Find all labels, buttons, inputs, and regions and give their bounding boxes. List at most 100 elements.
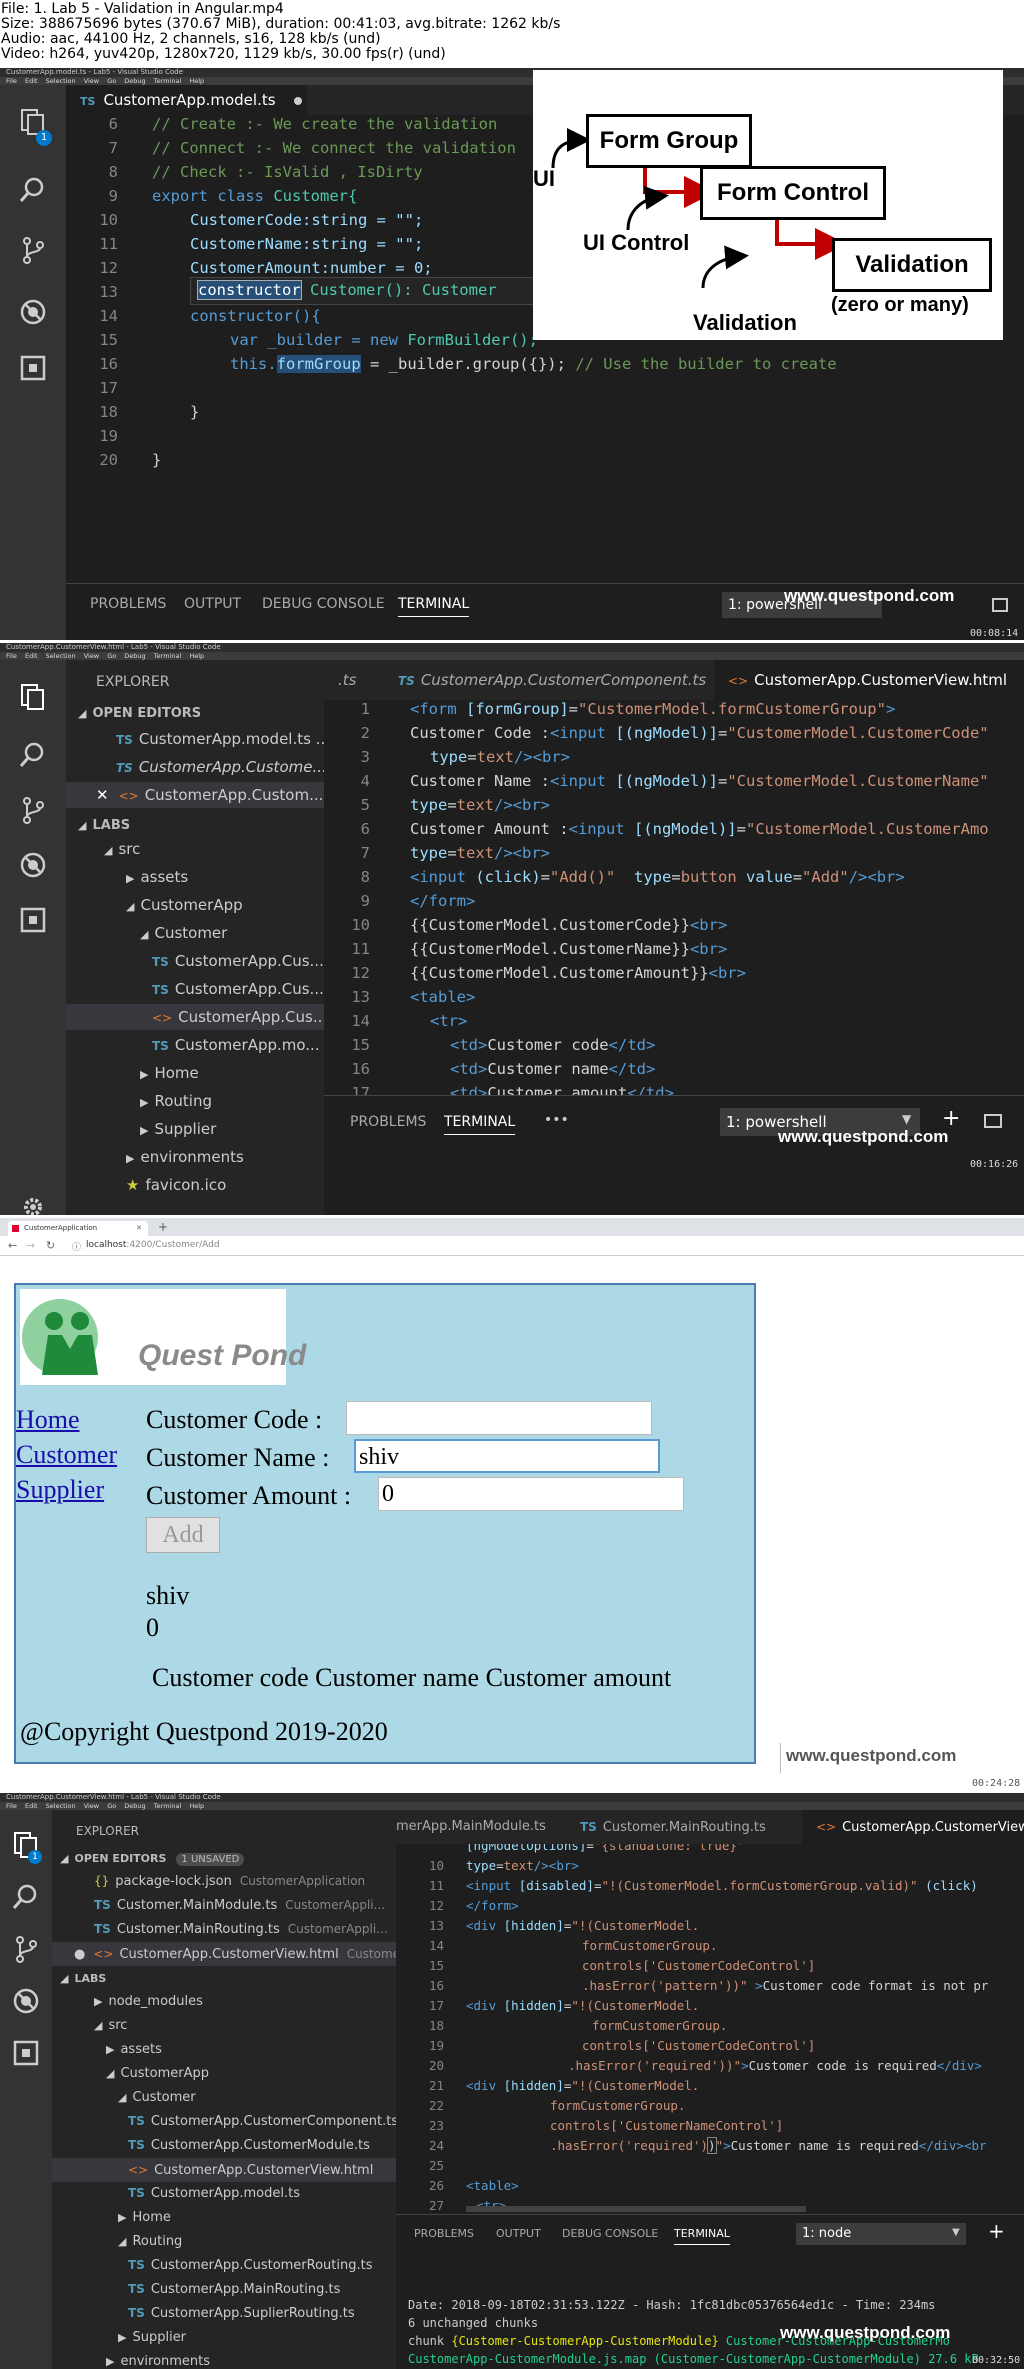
tab-mainmodule[interactable]: merApp.MainModule.ts (396, 1810, 566, 1844)
tree-file-1[interactable]: TS CustomerApp.Cus... (152, 952, 324, 970)
search-icon[interactable] (18, 740, 48, 770)
tab-debug-console[interactable]: DEBUG CONSOLE (562, 2227, 658, 2240)
new-tab-icon[interactable]: + (158, 1220, 168, 1234)
tab-problems[interactable]: PROBLEMS (414, 2227, 474, 2240)
labs-header[interactable]: ◢ LABS (60, 1972, 106, 1985)
tree-file-component[interactable]: TS CustomerApp.CustomerComponent.ts (128, 2114, 398, 2129)
more-icon[interactable]: ••• (544, 1112, 569, 1128)
menu-file[interactable]: File (6, 1802, 17, 1810)
menu-debug[interactable]: Debug (124, 652, 145, 660)
tree-src[interactable]: ◢ src (104, 840, 140, 858)
source-control-icon[interactable] (11, 1934, 41, 1964)
tab-mainrouting[interactable]: TS Customer.MainRouting.ts (566, 1810, 802, 1844)
tree-file-4[interactable]: TS CustomerApp.mo... (152, 1036, 320, 1054)
tree-customer[interactable]: ◢ Customer (140, 924, 227, 942)
menu-selection[interactable]: Selection (46, 1802, 76, 1810)
tree-file-customerrouting[interactable]: TS CustomerApp.CustomerRouting.ts (128, 2258, 373, 2273)
open-file-customerview[interactable]: ● <> CustomerApp.CustomerView.html Customer… (52, 1942, 415, 1966)
tab-terminal[interactable]: TERMINAL (444, 1114, 516, 1135)
tab-problems[interactable]: PROBLEMS (350, 1114, 426, 1130)
tab-problems[interactable]: PROBLEMS (90, 596, 166, 612)
menu-edit[interactable]: Edit (25, 77, 38, 85)
split-terminal-icon[interactable] (984, 1114, 1002, 1128)
menu-view[interactable]: View (84, 652, 99, 660)
tree-node-modules[interactable]: ▶ node_modules (94, 1994, 203, 2009)
tree-file-module[interactable]: TS CustomerApp.CustomerModule.ts (128, 2138, 370, 2153)
open-file-mainrouting[interactable]: TS Customer.MainRouting.ts CustomerAppli..… (94, 1922, 388, 1937)
code-editor[interactable]: 10 11 12 13 14 15 16 17 18 19 20 21 22 23 24 25 26 27 [ng… (396, 1844, 1024, 2214)
extensions-icon[interactable] (11, 2038, 41, 2068)
tree-file-model[interactable]: TS CustomerApp.model.ts (128, 2186, 300, 2201)
menu-debug[interactable]: Debug (124, 1802, 145, 1810)
tab-model-ts[interactable]: TS CustomerApp.model.ts (66, 85, 306, 115)
tab-output[interactable]: OUTPUT (496, 2227, 541, 2240)
tab-ts[interactable]: .ts (324, 660, 384, 700)
tree-supplier[interactable]: ▶ Supplier (140, 1120, 216, 1138)
menu-selection[interactable]: Selection (46, 652, 76, 660)
menu-file[interactable]: File (6, 77, 17, 85)
menu-help[interactable]: Help (189, 77, 204, 85)
tab-output[interactable]: OUTPUT (184, 596, 241, 612)
search-icon[interactable] (11, 1882, 41, 1912)
tree-environments[interactable]: ▶ environments (106, 2354, 210, 2369)
open-file-view[interactable]: ✕ <> CustomerApp.Custom... (66, 782, 324, 808)
tree-assets[interactable]: ▶ assets (126, 868, 188, 886)
tab-terminal[interactable]: TERMINAL (398, 596, 470, 617)
tree-routing[interactable]: ▶ Routing (140, 1092, 212, 1110)
add-button[interactable]: Add (146, 1517, 220, 1553)
tree-routing[interactable]: ◢ Routing (118, 2234, 182, 2249)
search-icon[interactable] (18, 175, 48, 205)
back-icon[interactable]: ← (8, 1239, 17, 1252)
open-file-package-lock[interactable]: {} package-lock.json CustomerApplication (94, 1874, 365, 1889)
open-editors-header[interactable]: ◢ OPEN EDITORS 1 UNSAVED (60, 1852, 245, 1866)
reload-icon[interactable]: ↻ (46, 1239, 55, 1252)
forward-icon[interactable]: → (26, 1239, 35, 1252)
open-file-component[interactable]: TS CustomerApp.Custome... (116, 758, 327, 776)
menu-terminal[interactable]: Terminal (154, 77, 181, 85)
menu-go[interactable]: Go (107, 652, 116, 660)
code-editor[interactable]: 1 2 3 4 5 6 7 8 9 10 11 12 13 14 15 16 17 <form [formGro… (324, 700, 1024, 1095)
debug-icon[interactable] (18, 850, 48, 880)
tree-customer[interactable]: ◢ Customer (118, 2090, 196, 2105)
open-file-model[interactable]: TS CustomerApp.model.ts ... (116, 730, 330, 748)
menu-go[interactable]: Go (107, 77, 116, 85)
debug-icon[interactable] (11, 1986, 41, 2016)
nav-customer-link[interactable]: Customer (16, 1440, 117, 1470)
tab-terminal[interactable]: TERMINAL (674, 2227, 730, 2245)
tree-file-mainrouting[interactable]: TS CustomerApp.MainRouting.ts (128, 2282, 340, 2297)
tree-assets[interactable]: ▶ assets (106, 2042, 162, 2057)
horizontal-scrollbar[interactable] (466, 2206, 806, 2212)
nav-supplier-link[interactable]: Supplier (16, 1475, 104, 1505)
tree-home[interactable]: ▶ Home (118, 2210, 171, 2225)
terminal-select[interactable]: 1: node (796, 2223, 966, 2245)
nav-home-link[interactable]: Home (16, 1405, 80, 1435)
labs-header[interactable]: ◢ LABS (78, 818, 130, 833)
tab-view-html[interactable]: <> CustomerApp.CustomerView.html (714, 660, 1024, 700)
source-control-icon[interactable] (18, 795, 48, 825)
tree-customerapp[interactable]: ◢ CustomerApp (126, 896, 243, 914)
extensions-icon[interactable] (18, 905, 48, 935)
settings-gear-icon[interactable] (18, 1195, 48, 1215)
tree-file-suplierrouting[interactable]: TS CustomerApp.SuplierRouting.ts (128, 2306, 355, 2321)
tab-component[interactable]: TS CustomerApp.CustomerComponent.ts (384, 660, 714, 700)
menu-go[interactable]: Go (107, 1802, 116, 1810)
tree-environments[interactable]: ▶ environments (126, 1148, 244, 1166)
tab-customerview[interactable]: <> CustomerApp.CustomerView. (802, 1810, 1024, 1844)
split-terminal-icon[interactable] (992, 598, 1008, 612)
tree-src[interactable]: ◢ src (94, 2018, 127, 2033)
menu-terminal[interactable]: Terminal (154, 652, 181, 660)
menu-edit[interactable]: Edit (25, 652, 38, 660)
tree-file-2[interactable]: TS CustomerApp.Cus... (152, 980, 324, 998)
menu-file[interactable]: File (6, 652, 17, 660)
menu-debug[interactable]: Debug (124, 77, 145, 85)
browser-tab[interactable]: CustomerApplication ✕ (8, 1221, 148, 1236)
debug-icon[interactable] (18, 297, 48, 327)
menu-view[interactable]: View (84, 1802, 99, 1810)
menu-help[interactable]: Help (189, 652, 204, 660)
menu-selection[interactable]: Selection (46, 77, 76, 85)
tree-file-3[interactable]: <> CustomerApp.Cus... (66, 1004, 327, 1030)
menu-help[interactable]: Help (189, 1802, 204, 1810)
close-icon[interactable]: ✕ (96, 786, 109, 804)
url-field[interactable]: localhost:4200/Customer/Add (86, 1240, 220, 1250)
extensions-icon[interactable] (18, 353, 48, 383)
